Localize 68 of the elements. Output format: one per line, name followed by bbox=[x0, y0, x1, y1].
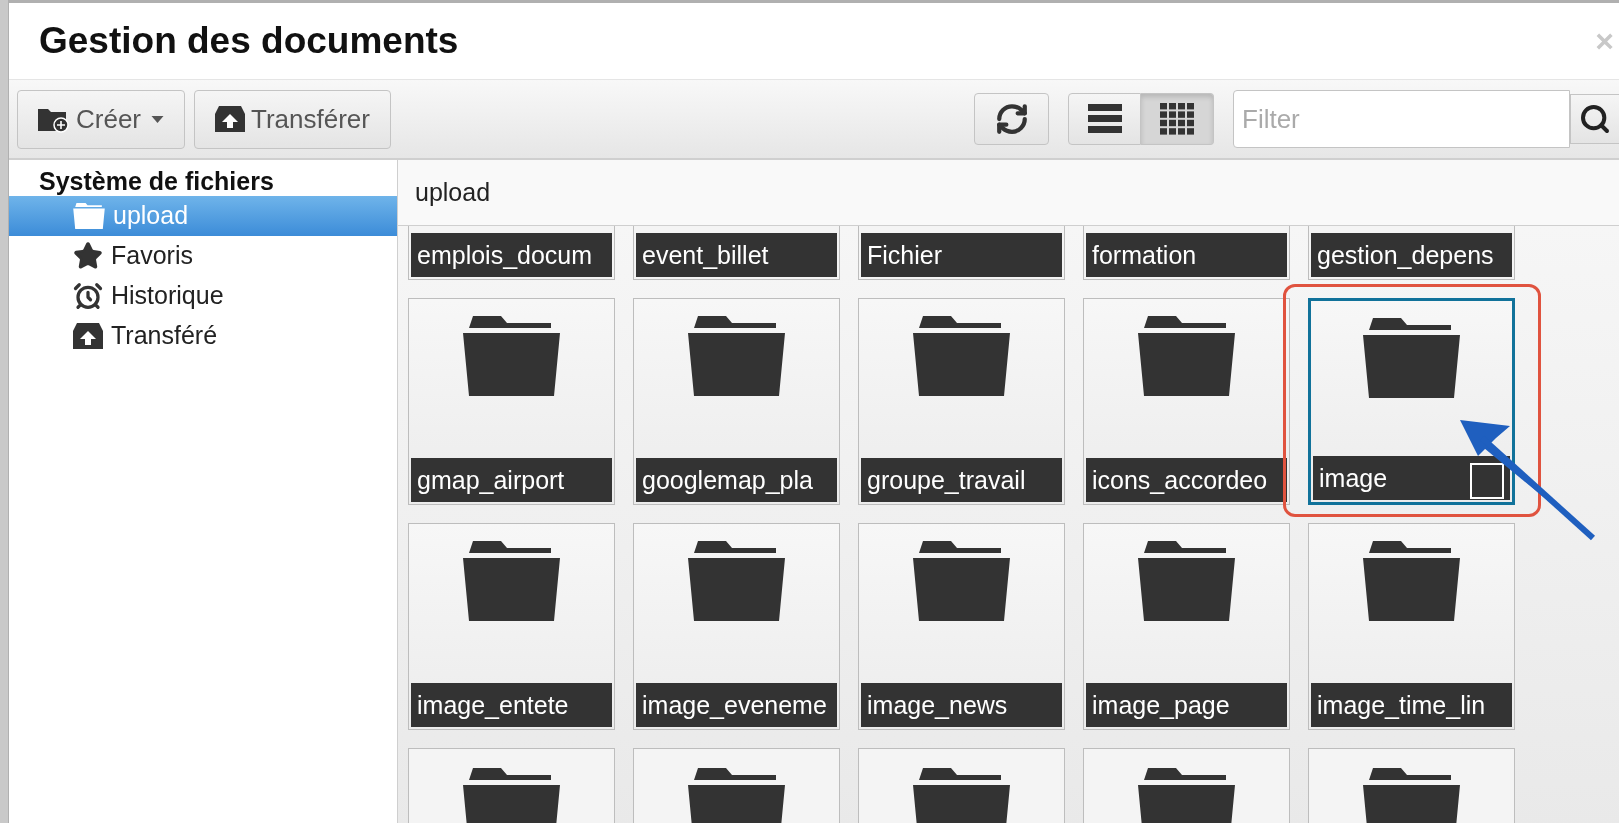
folder-tile[interactable]: image_page bbox=[1083, 523, 1290, 730]
list-icon bbox=[1087, 104, 1122, 134]
folder-name: image_page bbox=[1086, 683, 1287, 727]
window-title: Gestion des documents bbox=[39, 19, 459, 64]
folder-tile[interactable]: gestion_depens bbox=[1308, 226, 1515, 280]
folder-tile[interactable] bbox=[858, 748, 1065, 823]
search-button[interactable] bbox=[1570, 94, 1619, 144]
folder-name: image_eveneme bbox=[636, 683, 837, 727]
folder-tile[interactable]: gmap_airport bbox=[408, 298, 615, 505]
refresh-button[interactable] bbox=[974, 93, 1049, 145]
folder-icon bbox=[1363, 318, 1460, 398]
folder-name: event_billet bbox=[636, 233, 837, 277]
folder-name: Fichier bbox=[861, 233, 1062, 277]
tree-item[interactable]: Favoris bbox=[9, 236, 397, 276]
tree-item[interactable]: Historique bbox=[9, 276, 397, 316]
grid-view-button[interactable] bbox=[1141, 93, 1214, 145]
folder-name: formation bbox=[1086, 233, 1287, 277]
folder-icon bbox=[1138, 541, 1235, 621]
path-label: upload bbox=[415, 176, 491, 208]
folder-name: groupe_travail bbox=[861, 458, 1062, 502]
folder-tile[interactable]: groupe_travail bbox=[858, 298, 1065, 505]
folder-tile[interactable]: googlemap_pla bbox=[633, 298, 840, 505]
star-icon bbox=[73, 241, 103, 271]
folder-tile[interactable]: emplois_docum bbox=[408, 226, 615, 280]
folder-name: emplois_docum bbox=[411, 233, 612, 277]
alarm-clock-icon bbox=[73, 281, 103, 311]
folder-tile[interactable]: image_news bbox=[858, 523, 1065, 730]
refresh-icon bbox=[994, 102, 1029, 136]
list-view-button[interactable] bbox=[1068, 93, 1141, 145]
folder-tile[interactable] bbox=[408, 748, 615, 823]
folder-tile[interactable] bbox=[633, 748, 840, 823]
folder-name: image_entete bbox=[411, 683, 612, 727]
folder-name: image_news bbox=[861, 683, 1062, 727]
folder-icon bbox=[688, 541, 785, 621]
folder-tile[interactable]: image_time_lin bbox=[1308, 523, 1515, 730]
tree-root[interactable]: Système de fichiers bbox=[9, 160, 397, 196]
folder-icon bbox=[913, 541, 1010, 621]
folder-icon bbox=[913, 316, 1010, 396]
folder-icon bbox=[688, 316, 785, 396]
folder-icon bbox=[463, 541, 560, 621]
filter-field[interactable]: Filter bbox=[1233, 90, 1570, 148]
folder-name: image bbox=[1313, 456, 1510, 500]
transfer-button[interactable]: Transférer bbox=[194, 89, 391, 149]
folder-tile[interactable]: image_entete bbox=[408, 523, 615, 730]
folder-tile[interactable]: image bbox=[1308, 298, 1515, 505]
upload-box-icon bbox=[73, 323, 103, 349]
folder-icon bbox=[1138, 316, 1235, 396]
create-button[interactable]: Créer bbox=[17, 89, 185, 149]
upload-box-icon bbox=[215, 106, 245, 132]
checkbox[interactable] bbox=[1470, 463, 1504, 499]
folder-tile[interactable]: event_billet bbox=[633, 226, 840, 280]
folder-tile[interactable]: image_eveneme bbox=[633, 523, 840, 730]
folder-icon bbox=[73, 203, 105, 229]
folder-name: icons_accordeo bbox=[1086, 458, 1287, 502]
folder-name: image_time_lin bbox=[1311, 683, 1512, 727]
folder-name: gmap_airport bbox=[411, 458, 612, 502]
folder-name: gestion_depens bbox=[1311, 233, 1512, 277]
grid-icon bbox=[1160, 103, 1194, 135]
folder-icon bbox=[463, 316, 560, 396]
folder-tile[interactable] bbox=[1308, 748, 1515, 823]
tree-item[interactable]: Transféré bbox=[9, 316, 397, 356]
folder-tile[interactable]: formation bbox=[1083, 226, 1290, 280]
folder-name: googlemap_pla bbox=[636, 458, 837, 502]
folder-tile[interactable]: icons_accordeo bbox=[1083, 298, 1290, 505]
folder-icon bbox=[1363, 541, 1460, 621]
folder-tile[interactable]: Fichier bbox=[858, 226, 1065, 280]
search-icon bbox=[1579, 103, 1611, 135]
folder-tile[interactable] bbox=[1083, 748, 1290, 823]
